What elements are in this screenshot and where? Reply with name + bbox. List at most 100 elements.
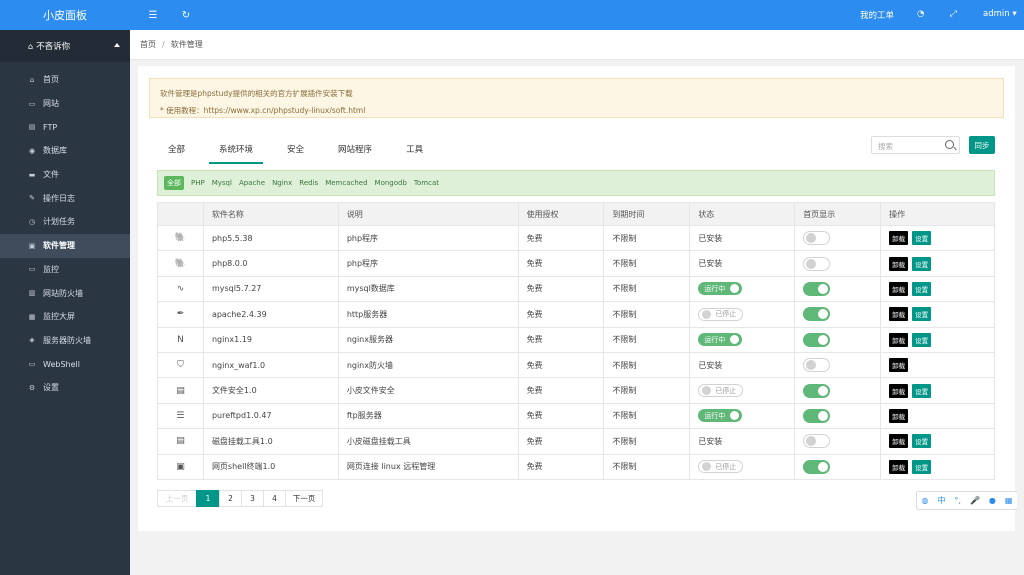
setting-button[interactable]: 设置 [912, 256, 932, 271]
home-display-switch[interactable] [803, 231, 831, 246]
page-button-2[interactable]: 2 [219, 490, 242, 507]
refresh-icon[interactable]: ↻ [180, 9, 192, 21]
search-input[interactable]: 搜索 [871, 136, 960, 154]
home-display-switch[interactable] [803, 434, 831, 449]
filter-5[interactable]: Redis [299, 179, 318, 187]
table-row: ▣ 网页shell终端1.0 网页连接 linux 远程管理 免费 不限制 已停止 卸载 设置 [157, 453, 995, 480]
sidebar-item-12[interactable]: ▭ WebShell [0, 352, 130, 376]
home-display-switch[interactable] [803, 358, 831, 373]
menu-toggle-icon[interactable]: ☰ [147, 9, 159, 21]
filter-8[interactable]: Tomcat [414, 179, 439, 187]
sidebar-item-8[interactable]: ▭ 监控 [0, 258, 130, 282]
home-display-switch[interactable] [803, 256, 831, 271]
sidebar-item-3[interactable]: ◉ 数据库 [0, 139, 130, 163]
software-name: nginx_waf1.0 [202, 351, 339, 379]
filter-1[interactable]: PHP [191, 179, 205, 187]
sidebar-item-2[interactable]: ▤ FTP [0, 115, 130, 139]
uninstall-button[interactable]: 卸载 [889, 358, 909, 373]
ime-punct-icon[interactable]: °, [954, 496, 961, 505]
sidebar-item-5[interactable]: ✎ 操作日志 [0, 186, 130, 210]
sidebar-item-label: 文件 [43, 170, 59, 180]
uninstall-button[interactable]: 卸载 [889, 307, 909, 322]
user-icon[interactable]: ● [989, 496, 996, 505]
sync-button[interactable]: 同步 [969, 136, 995, 154]
setting-button[interactable]: 设置 [912, 434, 932, 449]
sidebar-item-9[interactable]: ▥ 网站防火墙 [0, 281, 130, 305]
home-display-switch[interactable] [803, 307, 831, 322]
status-stopped-toggle[interactable]: 已停止 [698, 307, 744, 321]
setting-button[interactable]: 设置 [912, 383, 932, 398]
tab-0[interactable]: 全部 [158, 138, 195, 164]
uninstall-button[interactable]: 卸载 [889, 281, 909, 296]
home-display-switch[interactable] [803, 459, 831, 474]
setting-button[interactable]: 设置 [912, 332, 932, 347]
setting-button[interactable]: 设置 [912, 281, 932, 296]
home-display-switch[interactable] [803, 408, 831, 423]
page-button-1[interactable]: 1 [196, 490, 220, 507]
status-running-toggle[interactable]: 运行中 [698, 409, 743, 423]
breadcrumb-home[interactable]: 首页 [140, 39, 156, 50]
sidebar-item-10[interactable]: ▦ 监控大屏 [0, 305, 130, 329]
tab-4[interactable]: 工具 [396, 138, 433, 164]
sidebar-item-0[interactable]: ⌂ 首页 [0, 68, 130, 92]
tab-1[interactable]: 系统环境 [209, 138, 264, 164]
notice-line2[interactable]: * 使用教程：https://www.xp.cn/phpstudy-linux/… [160, 102, 993, 119]
disk-icon: ▤ [176, 436, 185, 447]
home-display-switch[interactable] [803, 383, 831, 398]
search-icon[interactable] [945, 140, 954, 149]
filter-3[interactable]: Apache [239, 179, 265, 187]
uninstall-button[interactable]: 卸载 [889, 231, 909, 246]
uninstall-button[interactable]: 卸载 [889, 434, 909, 449]
uninstall-button[interactable]: 卸载 [889, 459, 909, 474]
sidebar-item-6[interactable]: ◷ 计划任务 [0, 210, 130, 234]
home-small-icon: ⌂ [28, 41, 34, 51]
uninstall-button[interactable]: 卸载 [889, 408, 909, 423]
page-button-3[interactable]: 3 [241, 490, 264, 507]
sidebar-item-13[interactable]: ⚙ 设置 [0, 376, 130, 400]
uninstall-button[interactable]: 卸载 [889, 332, 909, 347]
database-icon: ◉ [28, 146, 36, 155]
scrollbar[interactable] [1017, 60, 1024, 575]
prev-page-button[interactable]: 上一页 [157, 490, 197, 507]
uninstall-button[interactable]: 卸载 [889, 256, 909, 271]
page-button-4[interactable]: 4 [263, 490, 286, 507]
filter-6[interactable]: Memcached [325, 179, 367, 187]
sidebar-item-1[interactable]: ▭ 网站 [0, 92, 130, 116]
status-running-toggle[interactable]: 运行中 [698, 333, 743, 347]
setting-button[interactable]: 设置 [912, 459, 932, 474]
status-stopped-toggle[interactable]: 已停止 [698, 460, 744, 474]
toggle-knob [702, 462, 712, 472]
sidebar-item-4[interactable]: ▬ 文件 [0, 163, 130, 187]
uninstall-button[interactable]: 卸载 [889, 383, 909, 398]
filter-0[interactable]: 全部 [164, 176, 184, 190]
theme-icon[interactable]: ◔ [917, 9, 924, 19]
tab-2[interactable]: 安全 [277, 138, 314, 164]
filter-7[interactable]: Mongodb [375, 179, 407, 187]
sidebar-item-7[interactable]: ▣ 软件管理 [0, 233, 130, 258]
microphone-icon[interactable]: 🎤 [970, 496, 980, 505]
ime-logo-icon[interactable]: ◍ [921, 496, 928, 505]
actions-cell: 卸载 [880, 402, 995, 430]
status-stopped-toggle[interactable]: 已停止 [698, 384, 744, 398]
admin-menu[interactable]: admin ▾ [983, 9, 1017, 19]
next-page-button[interactable]: 下一页 [285, 490, 323, 507]
filter-2[interactable]: Mysql [212, 179, 232, 187]
home-display-switch[interactable] [803, 332, 831, 347]
setting-button[interactable]: 设置 [912, 307, 932, 322]
filter-4[interactable]: Nginx [272, 179, 292, 187]
status-running-toggle[interactable]: 运行中 [698, 282, 743, 296]
fullscreen-icon[interactable]: ⤢ [950, 9, 957, 19]
grid-icon[interactable]: ▦ [1005, 496, 1013, 505]
software-license: 免费 [517, 428, 605, 455]
setting-button[interactable]: 设置 [912, 231, 932, 246]
tab-3[interactable]: 网站程序 [328, 138, 382, 164]
actions-cell: 卸载 设置 [880, 301, 995, 328]
actions-cell: 卸载 设置 [880, 428, 995, 455]
sidebar-item-11[interactable]: ◈ 服务器防火墙 [0, 329, 130, 353]
ime-lang[interactable]: 中 [937, 495, 945, 506]
user-menu[interactable]: ⌂ 不吝诉你 [0, 30, 130, 62]
home-display-switch[interactable] [803, 281, 831, 296]
workorder-link[interactable]: 我的工单 [860, 9, 894, 21]
ime-toolbar: ◍ 中 °, 🎤 ● ▦ [916, 491, 1018, 510]
software-expire: 不限制 [603, 250, 691, 277]
